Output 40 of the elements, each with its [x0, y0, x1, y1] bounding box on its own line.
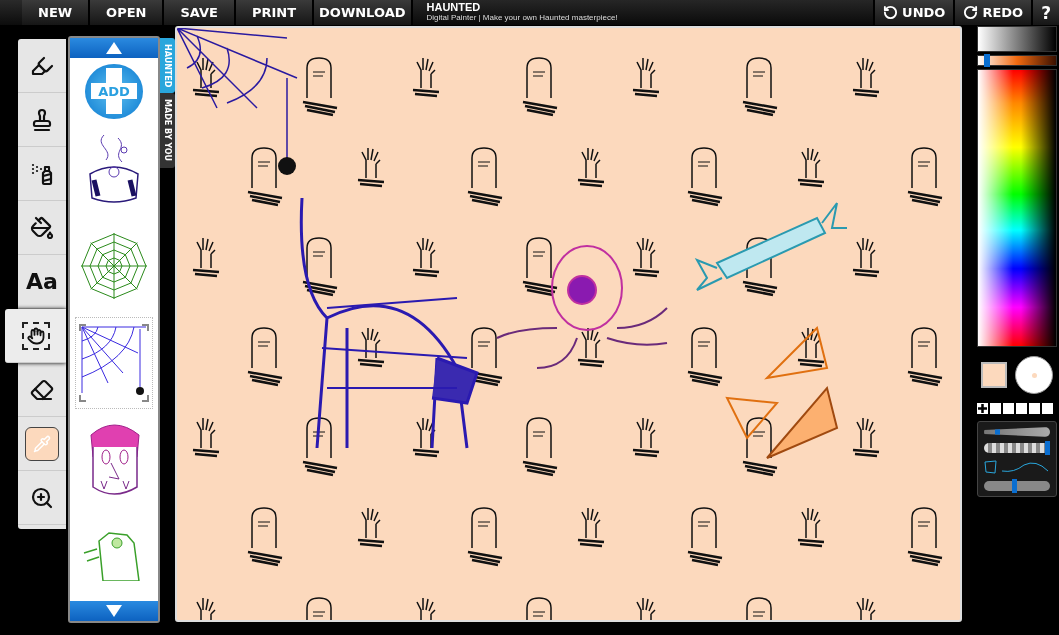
stamp-icon — [30, 107, 54, 132]
stamp-tab[interactable]: MADE BY YOU — [160, 93, 175, 168]
undo-icon — [883, 5, 899, 20]
hand-icon — [21, 321, 50, 350]
spider-web-icon — [79, 231, 149, 302]
paint-bucket-icon — [30, 215, 54, 240]
undo-button[interactable]: UNDO — [873, 0, 954, 25]
scroll-up-button[interactable] — [70, 38, 158, 58]
menu-button[interactable]: OPEN — [90, 0, 165, 25]
slider-thumb[interactable] — [1045, 441, 1050, 455]
menu-button[interactable]: PRINT — [235, 0, 315, 25]
spray-can-icon — [30, 161, 54, 186]
menu-button[interactable]: NEW — [22, 0, 91, 25]
plus-icon — [978, 404, 987, 413]
menu-button[interactable]: SAVE — [164, 0, 236, 25]
color-spectrum[interactable] — [977, 69, 1057, 347]
help-button[interactable]: ? — [1031, 0, 1059, 25]
add-color-button[interactable] — [977, 403, 988, 414]
menu-button[interactable]: DOWNLOAD — [314, 0, 413, 25]
eraser-icon — [30, 377, 54, 402]
app-title: HAUNTED — [426, 2, 482, 13]
smoothing-curve-icon — [984, 459, 1050, 475]
move-tool[interactable] — [5, 309, 66, 363]
app-subtitle: Digital Painter | Make your own Haunted masterpiece! — [426, 13, 619, 23]
up-arrow-icon — [106, 42, 122, 54]
plain-slider[interactable] — [984, 481, 1050, 491]
stamp-item[interactable] — [76, 317, 152, 409]
redo-icon — [963, 5, 979, 20]
slider-thumb[interactable] — [984, 54, 991, 67]
size-slider[interactable] — [984, 427, 1050, 437]
scroll-down-button[interactable] — [70, 601, 158, 621]
slider-thumb[interactable] — [1012, 479, 1018, 493]
zoom-icon — [30, 485, 54, 510]
hue-slider[interactable] — [977, 55, 1057, 66]
shade-gradient[interactable] — [977, 26, 1057, 52]
brush-preview — [1015, 356, 1053, 394]
redo-button[interactable]: REDO — [953, 0, 1032, 25]
corner-web-icon — [78, 322, 150, 403]
down-arrow-icon — [106, 605, 122, 617]
opacity-slider[interactable] — [984, 443, 1050, 453]
